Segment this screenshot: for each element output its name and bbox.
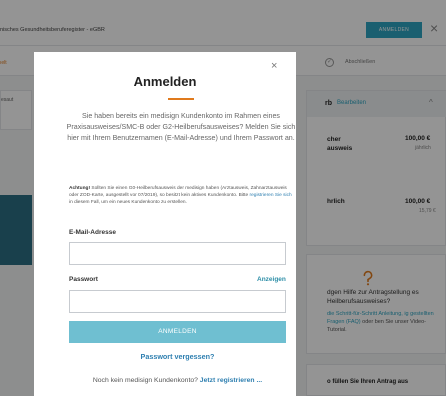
- close-icon[interactable]: ×: [271, 61, 277, 72]
- register-text: Noch kein medisign Kundenkonto?: [92, 377, 200, 384]
- password-label: Passwort: [69, 276, 98, 283]
- title-accent-bar: [168, 98, 194, 100]
- password-field[interactable]: [69, 290, 286, 313]
- login-modal: [34, 52, 296, 396]
- email-field[interactable]: [69, 242, 286, 265]
- note-bold: Achtung!: [69, 186, 91, 191]
- forgot-password-link[interactable]: Passwort vergessen?: [69, 352, 286, 361]
- modal-intro: Sie haben bereits ein medisign Kundenkon…: [66, 112, 296, 142]
- login-button[interactable]: ANMELDEN: [69, 321, 286, 343]
- email-label: E-Mail-Adresse: [69, 229, 116, 236]
- note-text-b: in diesem Fall, um ein neues Kundenkonto…: [69, 200, 187, 206]
- note-register-link[interactable]: registrieren Sie sich: [250, 193, 292, 198]
- modal-note: Achtung! Sollten Sie einen G0-Heilberufs…: [69, 185, 293, 207]
- register-prompt: Noch kein medisign Kundenkonto? Jetzt re…: [69, 377, 286, 384]
- register-link[interactable]: Jetzt registrieren ...: [200, 377, 262, 384]
- modal-title: Anmelden: [133, 74, 197, 89]
- show-password-link[interactable]: Anzeigen: [257, 276, 286, 283]
